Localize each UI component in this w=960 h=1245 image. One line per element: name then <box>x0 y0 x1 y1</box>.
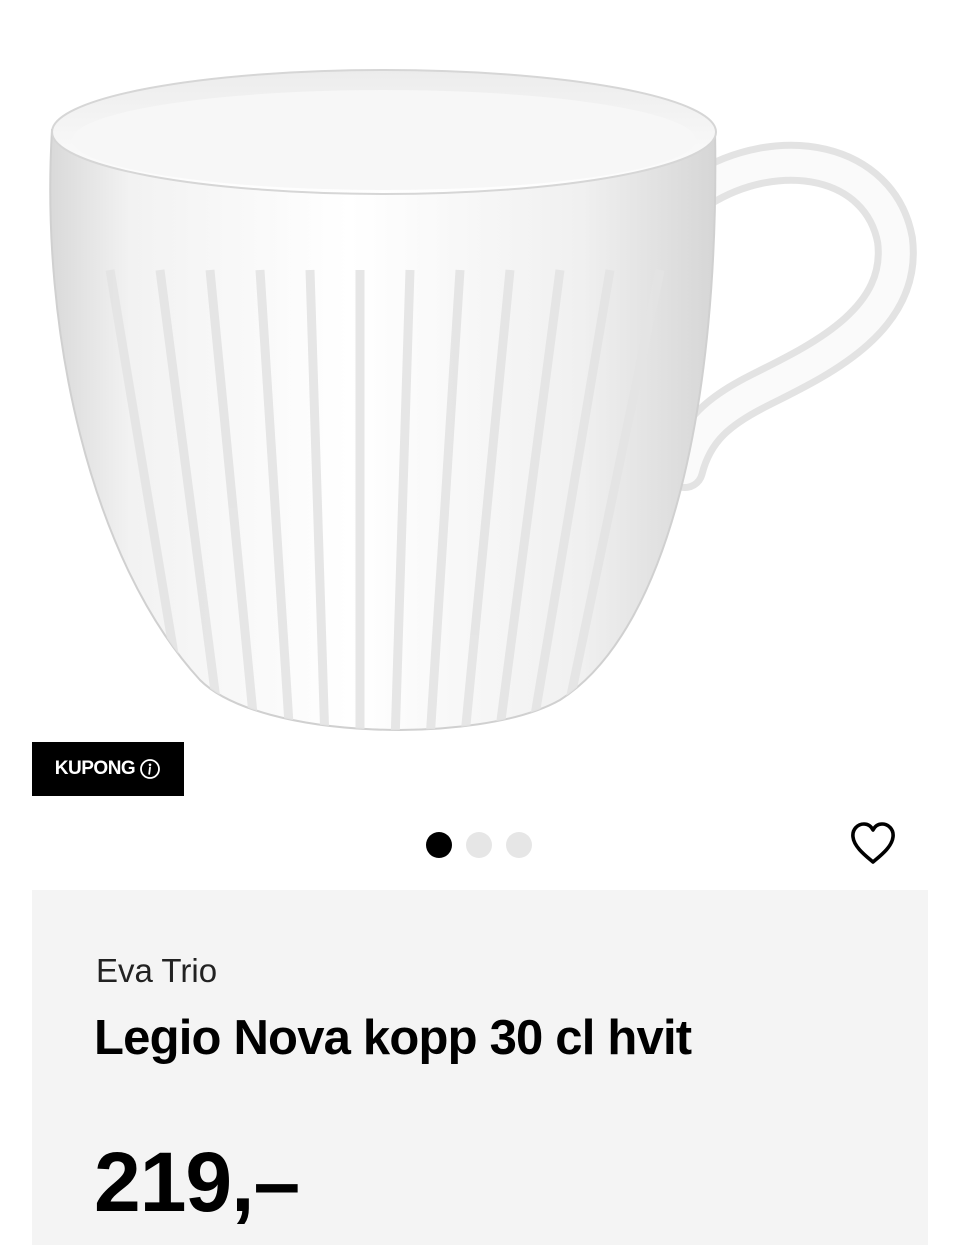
brand-name[interactable]: Eva Trio <box>96 952 217 990</box>
product-title: Legio Nova kopp 30 cl hvit <box>94 1011 692 1065</box>
coupon-badge[interactable]: KUPONG <box>32 742 184 796</box>
product-info-panel: Eva Trio Legio Nova kopp 30 cl hvit 219,… <box>32 890 928 1245</box>
info-icon <box>140 759 161 779</box>
product-image[interactable] <box>0 0 960 800</box>
coupon-label: KUPONG <box>54 758 136 779</box>
gallery-dot-1[interactable] <box>426 832 452 858</box>
gallery-dot-3[interactable] <box>506 832 532 858</box>
heart-icon[interactable] <box>848 820 898 868</box>
gallery-dot-2[interactable] <box>466 832 492 858</box>
product-page: KUPONG Eva Trio Legio Nova kopp 30 cl hv… <box>0 0 960 1245</box>
product-price: 219,– <box>94 1135 300 1229</box>
gallery-pagination <box>426 832 532 858</box>
